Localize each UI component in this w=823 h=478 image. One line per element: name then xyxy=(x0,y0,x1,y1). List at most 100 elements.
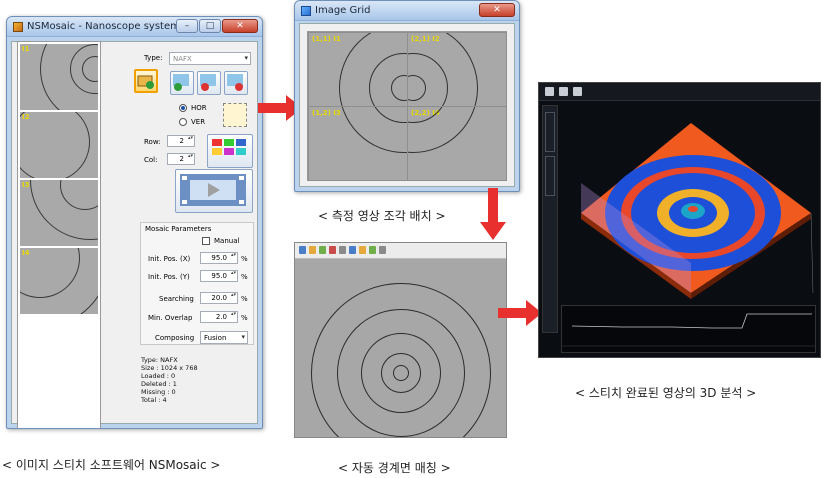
chevron-down-icon: ▾ xyxy=(241,333,245,341)
clear-image-button[interactable] xyxy=(224,71,248,95)
image-info: Type: NAFX Size : 1024 x 768 Loaded : 0 … xyxy=(141,356,198,404)
grid-cell[interactable]: (1,1) I1 xyxy=(308,32,408,107)
info-size: Size : 1024 x 768 xyxy=(141,364,198,372)
toolbar-icon[interactable] xyxy=(573,87,582,96)
type-select-value: NAFX xyxy=(173,55,192,63)
toolbar-icon[interactable] xyxy=(379,246,386,254)
grid-cell[interactable]: (2,2) I4 xyxy=(407,106,507,181)
thumbnail-item[interactable]: I3 xyxy=(20,180,98,246)
delete-image-icon xyxy=(200,74,216,91)
profile-line xyxy=(562,313,815,347)
add-image-icon xyxy=(173,74,189,91)
hor-radio[interactable] xyxy=(179,104,187,112)
hor-label: HOR xyxy=(191,104,207,112)
col-label: Col: xyxy=(144,156,158,164)
app-icon xyxy=(13,21,23,32)
toolbar-icon[interactable] xyxy=(545,87,554,96)
info-loaded: Loaded : 0 xyxy=(141,372,176,380)
maximize-button[interactable]: □ xyxy=(199,19,221,33)
unit-label: % xyxy=(241,255,248,263)
direction-icon xyxy=(223,103,247,127)
thumbnail-label: I1 xyxy=(22,45,30,53)
viewer-toolbar xyxy=(539,83,820,101)
close-button[interactable]: ✕ xyxy=(479,3,515,17)
delete-image-button[interactable] xyxy=(197,71,221,95)
title-bar: Image Grid ✕ xyxy=(295,1,519,21)
add-image-button[interactable] xyxy=(170,71,194,95)
unit-label: % xyxy=(241,273,248,281)
col-spinner[interactable]: 2 xyxy=(167,153,195,165)
clear-list-icon xyxy=(227,74,243,91)
toolbar-icon[interactable] xyxy=(359,246,366,254)
window-title: NSMosaic - Nanoscope systems xyxy=(27,21,186,32)
3d-surface-plot xyxy=(581,123,814,299)
composing-select-value: Fusion xyxy=(204,334,227,342)
title-bar: NSMosaic - Nanoscope systems – □ ✕ xyxy=(7,17,262,37)
image-grid: (1,1) I1 (2,1) I2 (1,2) I3 (2,2) I4 xyxy=(307,31,507,181)
thumbnail-label: I3 xyxy=(22,181,30,189)
ver-label: VER xyxy=(191,118,206,126)
open-folder-button[interactable] xyxy=(134,69,158,93)
manual-label: Manual xyxy=(214,237,240,245)
toolbar-icon[interactable] xyxy=(339,246,346,254)
info-deleted: Deleted : 1 xyxy=(141,380,177,388)
thumbnail-item[interactable]: I2 xyxy=(20,112,98,178)
composing-label: Composing xyxy=(155,334,195,342)
film-play-icon xyxy=(180,174,246,206)
searching-input[interactable]: 20.0 xyxy=(200,292,238,304)
thumbnail-item[interactable]: I4 xyxy=(20,248,98,314)
grid-color-button[interactable] xyxy=(207,134,253,168)
info-total: Total : 4 xyxy=(141,396,167,404)
init-pos-y-input[interactable]: 95.0 xyxy=(200,270,238,282)
matched-image-view xyxy=(294,242,507,438)
grid-cell-label: (1,2) I3 xyxy=(312,109,341,117)
thumbnail-list: I1 I2 I3 I4 xyxy=(17,41,101,428)
init-pos-x-input[interactable]: 95.0 xyxy=(200,252,238,264)
type-select[interactable]: NAFX ▾ xyxy=(169,52,251,65)
image-grid-window: Image Grid ✕ (1,1) I1 (2,1) I2 (1,2) I3 … xyxy=(294,0,520,192)
color-grid-icon xyxy=(212,139,246,155)
folder-add-icon xyxy=(137,75,154,89)
row-label: Row: xyxy=(144,138,161,146)
toolbar-icon[interactable] xyxy=(309,246,316,254)
init-pos-y-label: Init. Pos. (Y) xyxy=(148,273,190,281)
minimize-button[interactable]: – xyxy=(176,19,198,33)
view-tab[interactable] xyxy=(545,156,555,196)
info-missing: Missing : 0 xyxy=(141,388,176,396)
close-button[interactable]: ✕ xyxy=(222,19,258,33)
thumbnail-item[interactable]: I1 xyxy=(20,44,98,110)
view-tab[interactable] xyxy=(545,112,555,152)
3d-analysis-view xyxy=(538,82,821,358)
min-overlap-input[interactable]: 2.0 xyxy=(200,311,238,323)
info-type: Type: NAFX xyxy=(141,356,178,364)
unit-label: % xyxy=(241,314,248,322)
toolbar-icon[interactable] xyxy=(319,246,326,254)
toolbar xyxy=(295,243,506,259)
caption-grid: < 측정 영상 조각 배치 > xyxy=(318,209,446,223)
caption-nsmosaic: < 이미지 스티치 소프트웨어 NSMosaic > xyxy=(2,458,221,472)
toolbar-icon[interactable] xyxy=(349,246,356,254)
manual-checkbox[interactable] xyxy=(202,237,210,245)
toolbar-icon[interactable] xyxy=(329,246,336,254)
toolbar-icon[interactable] xyxy=(559,87,568,96)
caption-matching: < 자동 경계면 매칭 > xyxy=(338,461,451,475)
ver-radio[interactable] xyxy=(179,118,187,126)
nsmosaic-window: NSMosaic - Nanoscope systems – □ ✕ I1 I2… xyxy=(6,16,263,429)
app-icon xyxy=(301,5,311,16)
grid-cell[interactable]: (2,1) I2 xyxy=(407,32,507,107)
window-title: Image Grid xyxy=(315,5,371,16)
chevron-down-icon: ▾ xyxy=(244,54,248,62)
profile-plot xyxy=(561,305,816,353)
composing-select[interactable]: Fusion ▾ xyxy=(200,331,248,344)
arrow-right-icon xyxy=(498,300,542,326)
type-label: Type: xyxy=(144,54,163,62)
toolbar-icon[interactable] xyxy=(369,246,376,254)
grid-cell-label: (1,1) I1 xyxy=(312,35,341,43)
arrow-down-icon xyxy=(480,188,506,240)
grid-cell[interactable]: (1,2) I3 xyxy=(308,106,408,181)
row-spinner[interactable]: 2 xyxy=(167,135,195,147)
toolbar-icon[interactable] xyxy=(299,246,306,254)
stitch-button[interactable] xyxy=(175,169,253,213)
view-side-panel xyxy=(542,105,558,333)
searching-label: Searching xyxy=(159,295,194,303)
